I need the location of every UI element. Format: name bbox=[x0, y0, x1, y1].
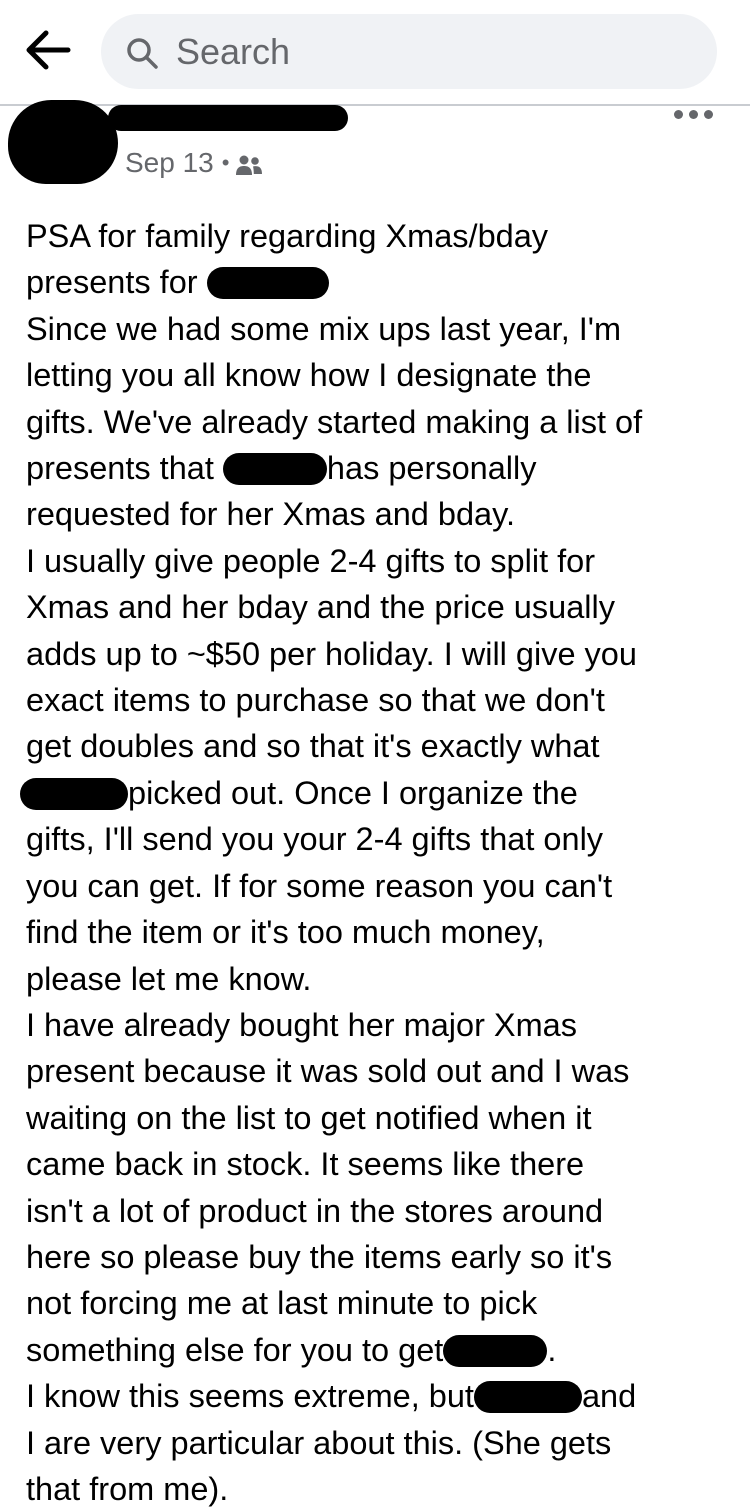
post-line: picked out. Once I organize the bbox=[20, 770, 741, 816]
post-line: find the item or it's too much money, bbox=[26, 914, 545, 951]
more-dot-icon bbox=[704, 110, 713, 119]
search-icon bbox=[125, 36, 161, 72]
back-arrow-icon bbox=[20, 26, 80, 74]
top-bar: Search bbox=[0, 0, 750, 104]
post-line: Since we had some mix ups last year, I'm bbox=[26, 310, 622, 347]
post-date[interactable]: Sep 13 bbox=[125, 146, 214, 180]
post-line: you can get. If for some reason you can'… bbox=[26, 867, 613, 904]
post-line: isn't a lot of product in the stores aro… bbox=[26, 1192, 604, 1229]
back-button[interactable] bbox=[20, 26, 80, 78]
divider bbox=[0, 104, 750, 106]
name-redaction bbox=[206, 267, 329, 300]
name-redaction bbox=[222, 453, 327, 486]
post-meta: Sep 13 • bbox=[125, 146, 263, 180]
search-input[interactable]: Search bbox=[101, 14, 717, 89]
post-line: present because it was sold out and I wa… bbox=[26, 1053, 630, 1090]
author-name-redacted[interactable] bbox=[108, 105, 348, 131]
post-line: waiting on the list to get notified when… bbox=[26, 1099, 592, 1136]
post-line: please let me know. bbox=[26, 960, 312, 997]
more-options-button[interactable] bbox=[672, 108, 716, 124]
meta-separator: • bbox=[221, 150, 230, 175]
name-redaction bbox=[443, 1334, 548, 1367]
post-line: gifts. We've already started making a li… bbox=[26, 403, 643, 440]
post-line: that from me). bbox=[26, 1470, 229, 1507]
avatar-redacted[interactable] bbox=[8, 100, 118, 184]
post-line: I know this seems extreme, but and bbox=[26, 1378, 637, 1415]
post-line: I are very particular about this. (She g… bbox=[26, 1424, 612, 1461]
post-line: Xmas and her bday and the price usually bbox=[26, 589, 615, 626]
post-line: exact items to purchase so that we don't bbox=[26, 682, 605, 719]
more-dot-icon bbox=[689, 110, 698, 119]
friends-icon bbox=[235, 151, 263, 175]
post-line: something else for you to get. bbox=[26, 1331, 557, 1368]
search-placeholder: Search bbox=[176, 31, 291, 72]
post-line: came back in stock. It seems like there bbox=[26, 1146, 585, 1183]
post-line: presents that has personally bbox=[26, 450, 537, 487]
post-line: requested for her Xmas and bday. bbox=[26, 496, 515, 533]
name-redaction bbox=[473, 1381, 582, 1414]
post-line: not forcing me at last minute to pick bbox=[26, 1285, 538, 1322]
post-text: PSA for family regarding Xmas/bday prese… bbox=[20, 213, 741, 1512]
post-line: adds up to ~$50 per holiday. I will give… bbox=[26, 635, 637, 672]
post-line: I usually give people 2-4 gifts to split… bbox=[26, 542, 596, 579]
post-line: gifts, I'll send you your 2-4 gifts that… bbox=[26, 821, 604, 858]
post-line: I have already bought her major Xmas bbox=[26, 1006, 577, 1043]
post-line: PSA for family regarding Xmas/bday bbox=[26, 218, 549, 254]
post-line: letting you all know how I designate the bbox=[26, 357, 592, 394]
name-redaction bbox=[20, 777, 128, 810]
post-line: get doubles and so that it's exactly wha… bbox=[26, 728, 600, 765]
more-dot-icon bbox=[674, 110, 683, 119]
post-line: presents for bbox=[26, 259, 741, 305]
post-line: here so please buy the items early so it… bbox=[26, 1238, 613, 1275]
